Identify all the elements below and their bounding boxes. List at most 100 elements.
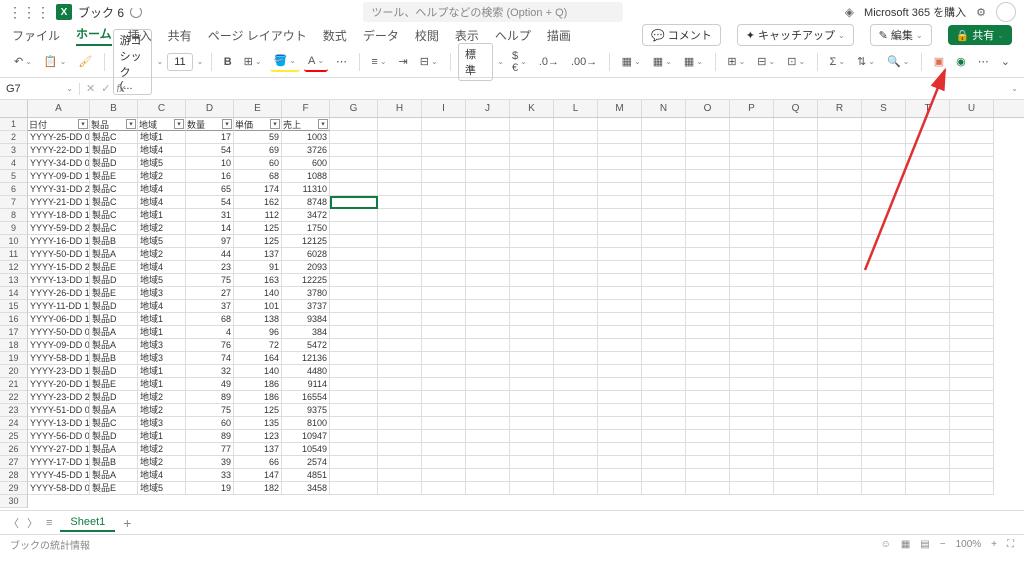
- cell[interactable]: [818, 391, 862, 404]
- cell[interactable]: [642, 417, 686, 430]
- cell[interactable]: [378, 482, 422, 495]
- cell[interactable]: 地域2: [138, 248, 186, 261]
- cell[interactable]: 地域3: [138, 417, 186, 430]
- more-ribbon-button[interactable]: ⋯: [974, 52, 993, 71]
- cell[interactable]: [730, 378, 774, 391]
- size-select[interactable]: 11: [167, 53, 192, 71]
- cond-format-button[interactable]: ▦⌄: [618, 52, 645, 71]
- cell[interactable]: 地域1: [138, 209, 186, 222]
- cell[interactable]: [378, 248, 422, 261]
- cell[interactable]: [598, 287, 642, 300]
- cell[interactable]: YYYY-09-DD 13:09:55: [28, 170, 90, 183]
- tab-home[interactable]: ホーム: [76, 25, 112, 46]
- row-header[interactable]: 20: [0, 365, 27, 378]
- cell[interactable]: [686, 378, 730, 391]
- cell[interactable]: [818, 274, 862, 287]
- row-header[interactable]: 2: [0, 131, 27, 144]
- cell[interactable]: 製品D: [90, 391, 138, 404]
- cell[interactable]: [554, 326, 598, 339]
- cell[interactable]: [422, 274, 466, 287]
- cell[interactable]: 19: [186, 482, 234, 495]
- fill-color-button[interactable]: 🪣⌄: [270, 51, 300, 72]
- row-header[interactable]: 11: [0, 248, 27, 261]
- cell[interactable]: [554, 274, 598, 287]
- cell[interactable]: 66: [234, 456, 282, 469]
- cell[interactable]: [862, 365, 906, 378]
- cell[interactable]: [378, 313, 422, 326]
- cell[interactable]: [862, 144, 906, 157]
- cell[interactable]: [862, 352, 906, 365]
- cell[interactable]: [422, 196, 466, 209]
- gear-icon[interactable]: ⚙: [976, 6, 986, 19]
- cell[interactable]: [730, 326, 774, 339]
- cell[interactable]: [466, 326, 510, 339]
- row-header[interactable]: 9: [0, 222, 27, 235]
- cell[interactable]: 1750: [282, 222, 330, 235]
- cell[interactable]: 地域3: [138, 339, 186, 352]
- cell[interactable]: [686, 391, 730, 404]
- cell[interactable]: [422, 157, 466, 170]
- cell[interactable]: [862, 118, 906, 131]
- cell[interactable]: [906, 144, 950, 157]
- cell[interactable]: 186: [234, 378, 282, 391]
- cell[interactable]: YYYY-58-DD 16:58:55: [28, 352, 90, 365]
- cell[interactable]: YYYY-13-DD 17:13:55: [28, 417, 90, 430]
- cell[interactable]: [950, 352, 994, 365]
- cell[interactable]: YYYY-22-DD 18:22:55: [28, 144, 90, 157]
- cell[interactable]: [730, 287, 774, 300]
- cell[interactable]: 製品E: [90, 482, 138, 495]
- cell[interactable]: [642, 404, 686, 417]
- cell[interactable]: [598, 443, 642, 456]
- cell[interactable]: [950, 313, 994, 326]
- cell[interactable]: [774, 248, 818, 261]
- cell[interactable]: [774, 469, 818, 482]
- cell[interactable]: [466, 482, 510, 495]
- cell[interactable]: 49: [186, 378, 234, 391]
- format-painter-button[interactable]: 🖌: [74, 52, 96, 71]
- cell[interactable]: [642, 183, 686, 196]
- cell[interactable]: 3472: [282, 209, 330, 222]
- cell[interactable]: [906, 118, 950, 131]
- cell[interactable]: [642, 235, 686, 248]
- cell[interactable]: [950, 261, 994, 274]
- col-header-K[interactable]: K: [510, 100, 554, 117]
- autosum-button[interactable]: Σ⌄: [826, 53, 850, 71]
- cell[interactable]: [466, 456, 510, 469]
- sheet-nav-next[interactable]: 〉: [27, 515, 38, 531]
- cell[interactable]: 製品C: [90, 131, 138, 144]
- cell[interactable]: [686, 157, 730, 170]
- cell[interactable]: [686, 443, 730, 456]
- filter-icon[interactable]: ▾: [270, 119, 280, 129]
- cell[interactable]: [554, 300, 598, 313]
- bold-button[interactable]: B: [220, 53, 236, 71]
- cell[interactable]: 10947: [282, 430, 330, 443]
- cell[interactable]: 2574: [282, 456, 330, 469]
- cell[interactable]: [730, 482, 774, 495]
- cell[interactable]: [378, 378, 422, 391]
- cell[interactable]: 地域2: [138, 456, 186, 469]
- cell[interactable]: [422, 430, 466, 443]
- cell[interactable]: [510, 430, 554, 443]
- cell[interactable]: [906, 365, 950, 378]
- cell[interactable]: [378, 417, 422, 430]
- cell[interactable]: [862, 274, 906, 287]
- wrap-button[interactable]: ⇥: [395, 52, 412, 71]
- cell[interactable]: [862, 261, 906, 274]
- cell[interactable]: 1003: [282, 131, 330, 144]
- cell[interactable]: [950, 274, 994, 287]
- cell[interactable]: [774, 170, 818, 183]
- status-text[interactable]: ブックの統計情報: [10, 537, 90, 552]
- cell[interactable]: [686, 274, 730, 287]
- tab-formulas[interactable]: 数式: [323, 27, 347, 44]
- row-header[interactable]: 29: [0, 482, 27, 495]
- cell[interactable]: [466, 287, 510, 300]
- cell[interactable]: 4: [186, 326, 234, 339]
- cell[interactable]: [378, 443, 422, 456]
- cell[interactable]: YYYY-21-DD 14:21:55: [28, 196, 90, 209]
- cell[interactable]: 3780: [282, 287, 330, 300]
- cell[interactable]: [774, 391, 818, 404]
- cell[interactable]: [642, 391, 686, 404]
- cell[interactable]: [686, 196, 730, 209]
- cell[interactable]: [730, 183, 774, 196]
- cell[interactable]: 76: [186, 339, 234, 352]
